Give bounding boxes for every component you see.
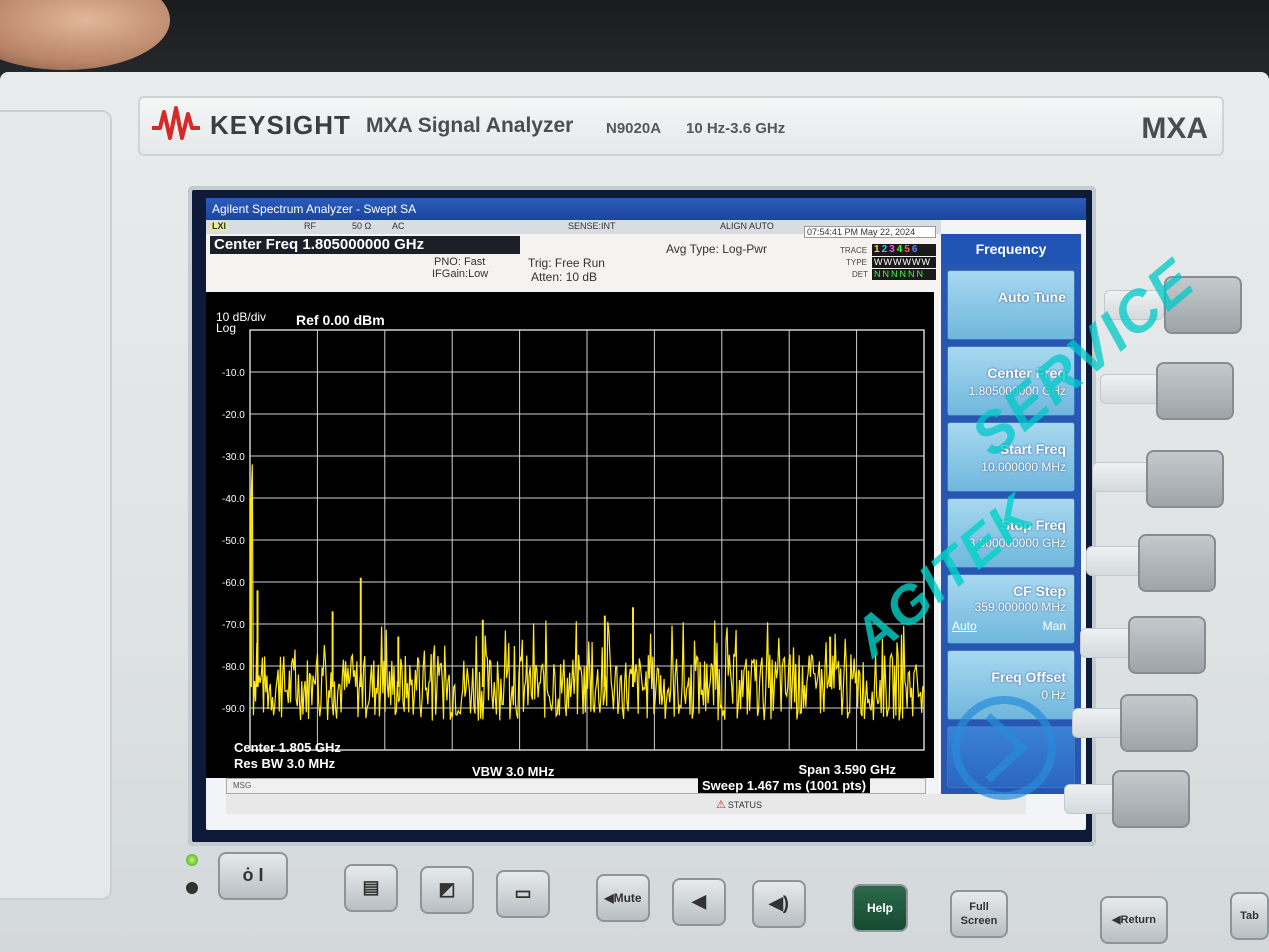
layout-button[interactable]: ▤ <box>344 864 398 912</box>
standby-led-icon <box>186 882 198 894</box>
status-bar: ⚠ STATUS <box>226 794 1026 814</box>
span-footer: Span 3.590 GHz <box>798 762 896 777</box>
tab-label: Tab <box>1240 910 1259 922</box>
status-indicator[interactable]: ⚠ STATUS <box>716 798 762 811</box>
res-bw-footer: Res BW 3.0 MHz <box>234 756 336 771</box>
hw-softkey-7[interactable] <box>1112 770 1190 828</box>
help-label: Help <box>866 901 893 915</box>
volume-up-button[interactable]: ◀) <box>752 880 806 928</box>
trace-number-6: 6 <box>911 244 920 255</box>
y-tick-label: -40.0 <box>222 494 245 505</box>
hw-softkey-4[interactable] <box>1138 534 1216 592</box>
volume-up-icon: ◀) <box>769 893 789 913</box>
y-tick-label: -90.0 <box>222 704 245 715</box>
trace-number-1: 1 <box>874 244 882 255</box>
measurement-info: Center Freq 1.805000000 GHz PNO: Fast IF… <box>206 226 941 292</box>
next-window-button[interactable]: ▭ <box>496 870 550 918</box>
y-tick-label: -10.0 <box>222 368 245 379</box>
y-tick-label: -50.0 <box>222 536 245 547</box>
full-screen-label: Full Screen <box>960 901 998 927</box>
power-led-icon <box>186 854 198 866</box>
hw-softkey-6[interactable] <box>1120 694 1198 752</box>
trace-type-values: WWWWWW <box>872 257 936 268</box>
attenuation-label: Atten: 10 dB <box>531 270 598 284</box>
hw-softkey-5[interactable] <box>1128 616 1206 674</box>
full-screen-button[interactable]: Full Screen <box>950 890 1008 938</box>
mute-label: ◀Mute <box>604 891 642 905</box>
volume-down-button[interactable]: ◀ <box>672 878 726 926</box>
mute-button[interactable]: ◀Mute <box>596 874 650 922</box>
type-label: TYPE <box>846 258 867 267</box>
msg-label: MSG <box>233 781 252 790</box>
trace-number-3: 3 <box>889 244 897 255</box>
trace-label: TRACE <box>840 246 868 255</box>
softkey-auto-tune[interactable]: Auto Tune <box>947 270 1075 340</box>
model-number: N9020A <box>606 120 662 137</box>
window-title-bar: Agilent Spectrum Analyzer - Swept SA <box>206 198 1086 220</box>
trace-numbers: 123456 <box>872 244 936 256</box>
center-freq-title[interactable]: Center Freq 1.805000000 GHz <box>210 236 520 254</box>
sweep-footer: Sweep 1.467 ms (1001 pts) <box>698 778 871 793</box>
lxi-badge: LXI <box>210 221 229 231</box>
reference-level: Ref 0.00 dBm <box>296 312 385 328</box>
vbw-footer: VBW 3.0 MHz <box>472 764 555 779</box>
detector-values: NNNNNN <box>872 269 936 280</box>
ifgain-label: IFGain:Low <box>432 268 489 280</box>
brand-name: KEYSIGHT <box>210 110 351 140</box>
status-label: STATUS <box>727 800 763 810</box>
power-label: ȯ I <box>242 865 264 885</box>
y-tick-label: -30.0 <box>222 452 245 463</box>
softkey-label: Freq Offset <box>991 669 1066 685</box>
softkey-label: Auto Tune <box>997 289 1066 305</box>
mxa-badge: MXA <box>1141 112 1208 145</box>
model-name: MXA Signal Analyzer <box>366 114 574 137</box>
brand-strip: KEYSIGHT MXA Signal Analyzer N9020A 10 H… <box>138 96 1224 156</box>
scale-label: 10 dB/div Log <box>216 311 266 335</box>
window-next-icon: ▭ <box>514 883 532 903</box>
avg-type-label: Avg Type: Log-Pwr <box>666 242 767 256</box>
timestamp: 07:54:41 PM May 22, 2024 <box>804 226 936 238</box>
trace-number-2: 2 <box>881 244 890 255</box>
rf-label: RF <box>304 221 316 231</box>
coupling-label: AC <box>392 221 405 231</box>
window-zoom-icon: ◩ <box>438 879 456 899</box>
softkey-menu-title: Frequency <box>941 234 1081 264</box>
tab-button[interactable]: Tab <box>1230 892 1269 940</box>
help-button[interactable]: Help <box>852 884 908 932</box>
y-tick-label: -80.0 <box>222 662 245 673</box>
center-footer: Center 1.805 GHz <box>234 740 341 755</box>
pno-label: PNO: Fast <box>434 256 486 268</box>
y-tick-label: -20.0 <box>222 410 245 421</box>
trigger-label: Trig: Free Run <box>528 256 605 270</box>
impedance-label: 50 Ω <box>352 221 372 231</box>
return-label: ◀Return <box>1112 914 1156 926</box>
freq-range: 10 Hz-3.6 GHz <box>686 120 786 137</box>
volume-down-icon: ◀ <box>692 891 706 911</box>
softkey-4-arm <box>1086 546 1146 576</box>
status-warning-icon: ⚠ <box>716 799 726 811</box>
power-button[interactable]: ȯ I <box>218 852 288 900</box>
trace-number-5: 5 <box>904 244 912 255</box>
return-button[interactable]: ◀Return <box>1100 896 1168 944</box>
softkey-man-option[interactable]: Man <box>1043 619 1066 633</box>
sense-label: SENSE:INT <box>568 221 616 231</box>
left-side-panel <box>0 110 112 900</box>
y-tick-label: -60.0 <box>222 578 245 589</box>
align-label: ALIGN AUTO <box>720 221 774 231</box>
watermark-logo-icon <box>952 696 1056 800</box>
det-label: DET <box>852 270 868 279</box>
keysight-logo-icon <box>152 106 200 140</box>
zoom-button[interactable]: ◩ <box>420 866 474 914</box>
y-tick-label: -70.0 <box>222 620 245 631</box>
window-title: Agilent Spectrum Analyzer - Swept SA <box>212 202 417 216</box>
scale-type: Log <box>216 321 237 335</box>
split-view-icon: ▤ <box>362 877 380 897</box>
